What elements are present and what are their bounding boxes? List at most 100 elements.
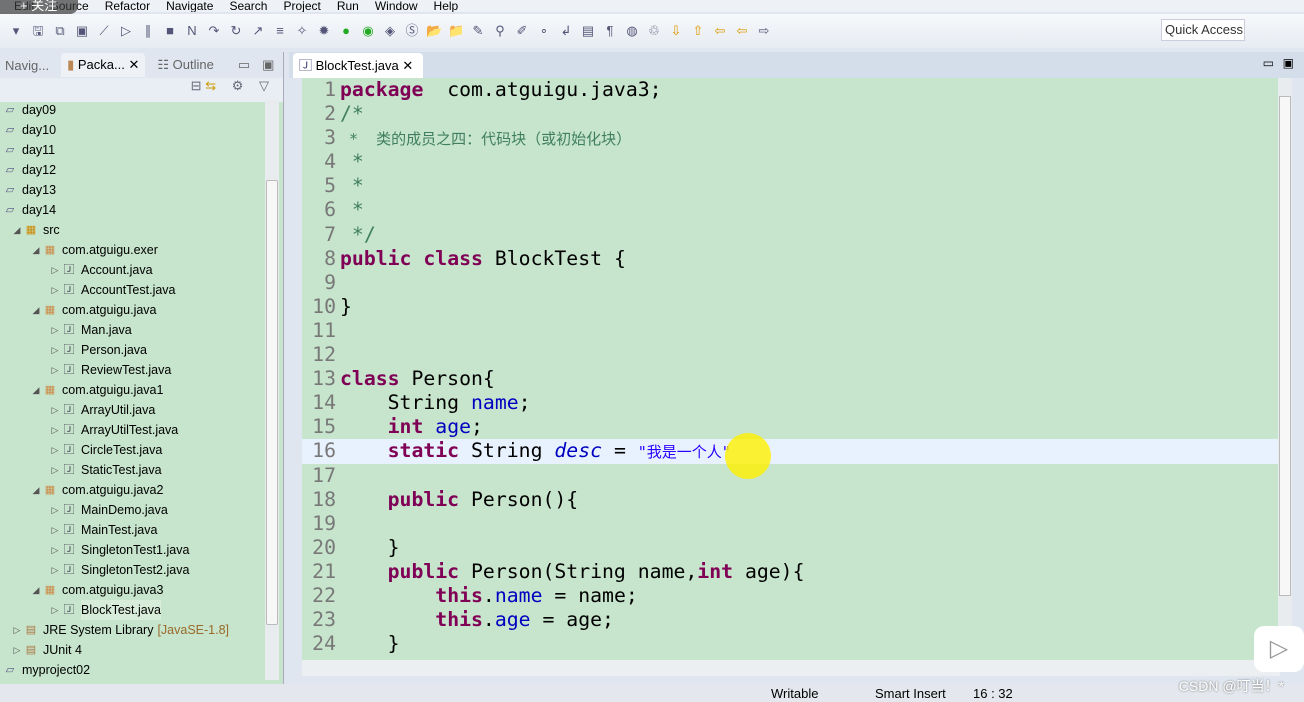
expand-toggle-icon[interactable]: ▷ bbox=[49, 460, 61, 480]
skip-breakpoints-icon[interactable]: ⟋ bbox=[96, 23, 112, 39]
expand-toggle-icon[interactable]: ◢ bbox=[30, 480, 42, 500]
expand-toggle-icon[interactable]: ▷ bbox=[49, 600, 61, 620]
close-icon[interactable]: ✕ bbox=[402, 58, 413, 73]
tree-item[interactable]: ▷ 🄹 Person.java bbox=[0, 340, 264, 360]
external-tools-icon[interactable]: ◉ bbox=[360, 23, 376, 39]
debug-icon[interactable]: ✹ bbox=[316, 23, 332, 39]
maximize-icon[interactable]: ▣ bbox=[1283, 56, 1294, 70]
tree-item[interactable]: ▱ day09 bbox=[0, 100, 264, 120]
tree-item[interactable]: ▷ 🄹 ArrayUtil.java bbox=[0, 400, 264, 420]
minimize-icon[interactable]: ▭ bbox=[238, 57, 250, 73]
new-java-project-icon[interactable]: ◈ bbox=[382, 23, 398, 39]
resume-icon[interactable]: ▷ bbox=[118, 23, 134, 39]
use-step-filters-icon[interactable]: ✧ bbox=[294, 23, 310, 39]
tree-item[interactable]: ▷ 🄹 ReviewTest.java bbox=[0, 360, 264, 380]
expand-toggle-icon[interactable]: ▷ bbox=[49, 420, 61, 440]
tree-item[interactable]: ▷ 🄹 Account.java bbox=[0, 260, 264, 280]
annotation-icon[interactable]: ∘ bbox=[536, 23, 552, 39]
tree-item[interactable]: ▷ 🄹 ArrayUtilTest.java bbox=[0, 420, 264, 440]
tree-item[interactable]: ◢ ▦ com.atguigu.java bbox=[0, 300, 264, 320]
step-over-icon[interactable]: ↻ bbox=[228, 23, 244, 39]
tree-item[interactable]: ◢ ▦ com.atguigu.java3 bbox=[0, 580, 264, 600]
filter-icon[interactable]: ⚙ bbox=[232, 78, 244, 93]
play-button[interactable]: ▷ bbox=[1254, 626, 1304, 672]
tree-item[interactable]: ▷ 🄹 MainTest.java bbox=[0, 520, 264, 540]
tree-item[interactable]: ▱ day12 bbox=[0, 160, 264, 180]
close-icon[interactable]: ✕ bbox=[128, 57, 139, 72]
code-editor[interactable]: 1 package com.atguigu.java3; 2/* 3 * 类的成员之四… bbox=[302, 78, 1280, 668]
expand-toggle-icon[interactable]: ▷ bbox=[11, 620, 23, 640]
expand-toggle-icon[interactable]: ▷ bbox=[49, 400, 61, 420]
expand-toggle-icon[interactable]: ◢ bbox=[30, 300, 42, 320]
follow-overlay[interactable]: + 关注 bbox=[0, 0, 78, 14]
expand-toggle-icon[interactable]: ▷ bbox=[11, 640, 23, 660]
editor-tab-blocktest[interactable]: 🄹 BlockTest.java ✕ bbox=[293, 53, 424, 78]
disconnect-icon[interactable]: N bbox=[184, 23, 200, 39]
scroll-thumb[interactable] bbox=[266, 180, 278, 625]
open-folder-icon[interactable]: 📁 bbox=[448, 23, 464, 39]
editor-hscrollbar[interactable] bbox=[302, 660, 1280, 676]
expand-toggle-icon[interactable]: ◢ bbox=[30, 380, 42, 400]
tree-item[interactable]: ▷ 🄹 Man.java bbox=[0, 320, 264, 340]
console-icon[interactable]: ▣ bbox=[74, 23, 90, 39]
step-into-icon[interactable]: ↷ bbox=[206, 23, 222, 39]
save-icon[interactable]: 🖫 bbox=[30, 23, 46, 39]
minimize-icon[interactable]: ▭ bbox=[1263, 56, 1274, 70]
expand-toggle-icon[interactable]: ▷ bbox=[49, 260, 61, 280]
tree-item[interactable]: ▷ ▤ JUnit 4 bbox=[0, 640, 264, 660]
expand-toggle-icon[interactable]: ▷ bbox=[49, 340, 61, 360]
next-edit-icon[interactable]: ⇩ bbox=[668, 23, 684, 39]
scroll-thumb[interactable] bbox=[1279, 96, 1291, 596]
menu-navigate[interactable]: Navigate bbox=[166, 0, 213, 12]
expand-toggle-icon[interactable]: ▷ bbox=[49, 280, 61, 300]
tree-item[interactable]: ◢ ▦ com.atguigu.java2 bbox=[0, 480, 264, 500]
forward-icon[interactable]: ⇨ bbox=[756, 23, 772, 39]
tree-item[interactable]: ▷ 🄹 SingletonTest2.java bbox=[0, 560, 264, 580]
tab-navigator[interactable]: Navig... bbox=[5, 58, 49, 73]
mark-occurrences-icon[interactable]: ✐ bbox=[514, 23, 530, 39]
terminate-icon[interactable]: ■ bbox=[162, 23, 178, 39]
globe-icon[interactable]: ◍ bbox=[624, 23, 640, 39]
run-icon[interactable]: ● bbox=[338, 23, 354, 39]
quick-access-input[interactable]: Quick Access bbox=[1161, 19, 1245, 41]
expand-toggle-icon[interactable]: ▷ bbox=[49, 520, 61, 540]
pin-icon[interactable]: ⚲ bbox=[492, 23, 508, 39]
tree-item[interactable]: ▷ 🄹 BlockTest.java bbox=[0, 600, 264, 620]
task-icon[interactable]: ♲ bbox=[646, 23, 662, 39]
expand-toggle-icon[interactable]: ▷ bbox=[49, 320, 61, 340]
expand-toggle-icon[interactable]: ◢ bbox=[11, 220, 23, 240]
tree-item[interactable]: ▱ day10 bbox=[0, 120, 264, 140]
link-editor-icon[interactable]: ⇆ bbox=[205, 78, 216, 93]
block-selection-icon[interactable]: ▤ bbox=[580, 23, 596, 39]
show-whitespace-icon[interactable]: ¶ bbox=[602, 23, 618, 39]
tree-item[interactable]: ▷ 🄹 AccountTest.java bbox=[0, 280, 264, 300]
editor-scrollbar[interactable] bbox=[1278, 78, 1292, 642]
collapse-all-icon[interactable]: ⊟ bbox=[191, 78, 202, 93]
tree-item[interactable]: ▱ myproject02 bbox=[0, 660, 264, 680]
tree-item[interactable]: ▷ 🄹 StaticTest.java bbox=[0, 460, 264, 480]
expand-toggle-icon[interactable]: ▷ bbox=[49, 360, 61, 380]
tree-item[interactable]: ▷ 🄹 SingletonTest1.java bbox=[0, 540, 264, 560]
tree-item[interactable]: ▱ day14 bbox=[0, 200, 264, 220]
tree-item[interactable]: ◢ ▦ src bbox=[0, 220, 264, 240]
menu-window[interactable]: Window bbox=[375, 0, 418, 12]
menu-search[interactable]: Search bbox=[229, 0, 267, 12]
expand-toggle-icon[interactable]: ▷ bbox=[49, 500, 61, 520]
tree-item[interactable]: ▷ 🄹 MainDemo.java bbox=[0, 500, 264, 520]
expand-toggle-icon[interactable]: ▷ bbox=[49, 540, 61, 560]
tree-item[interactable]: ▱ day13 bbox=[0, 180, 264, 200]
menu-help[interactable]: Help bbox=[434, 0, 459, 12]
maximize-icon[interactable]: ▣ bbox=[262, 57, 274, 73]
open-type-icon[interactable]: 📂 bbox=[426, 23, 442, 39]
drop-frame-icon[interactable]: ≡ bbox=[272, 23, 288, 39]
menu-project[interactable]: Project bbox=[283, 0, 320, 12]
last-edit-icon[interactable]: ⇦ bbox=[712, 23, 728, 39]
prev-edit-icon[interactable]: ⇧ bbox=[690, 23, 706, 39]
expand-toggle-icon[interactable]: ▷ bbox=[49, 560, 61, 580]
new-icon[interactable]: ▾ bbox=[8, 23, 24, 39]
tab-package-explorer[interactable]: ▮ Packa... ✕ bbox=[61, 53, 146, 77]
back-icon[interactable]: ⇦ bbox=[734, 23, 750, 39]
expand-toggle-icon[interactable]: ▷ bbox=[49, 440, 61, 460]
tree-item[interactable]: ◢ ▦ com.atguigu.exer bbox=[0, 240, 264, 260]
tree-scrollbar[interactable] bbox=[265, 100, 279, 680]
